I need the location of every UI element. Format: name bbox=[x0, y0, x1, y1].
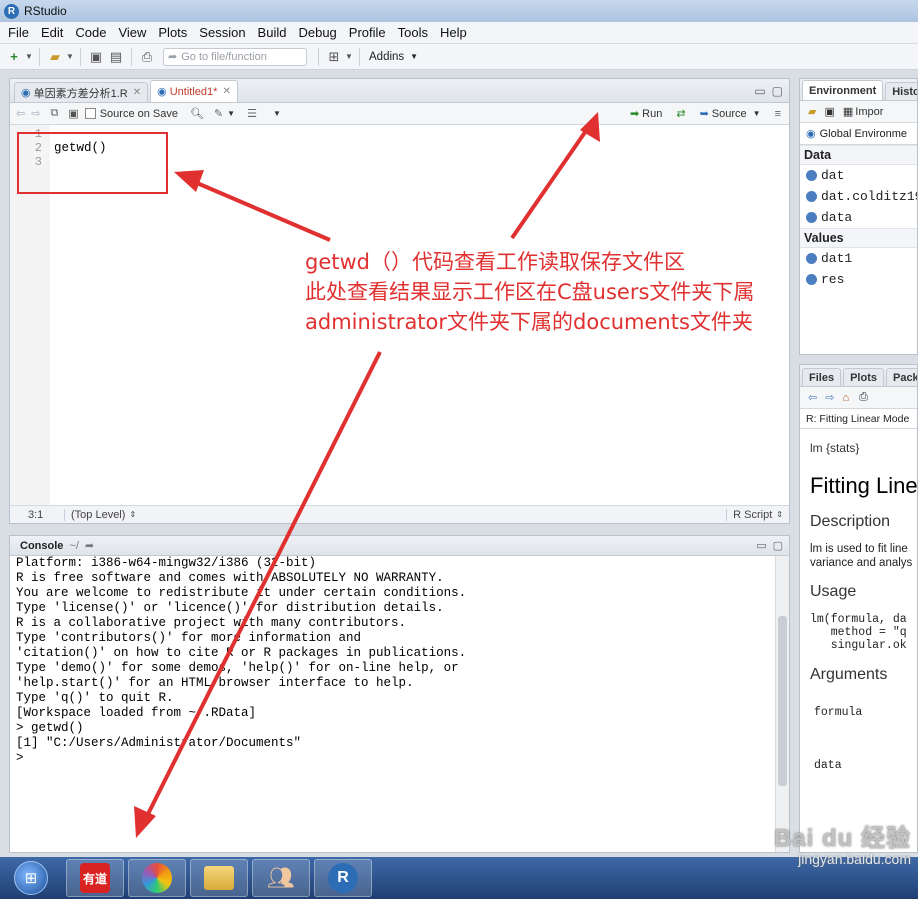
arrow-to-code bbox=[174, 170, 331, 242]
pinwheel-icon bbox=[142, 863, 172, 893]
r-logo-icon: R bbox=[328, 863, 358, 893]
watermark-url: jingyan.baidu.com bbox=[798, 851, 911, 867]
taskbar-youdao[interactable]: 有道 bbox=[66, 859, 124, 897]
annotation-line: getwd（）代码查看工作读取保存文件区 bbox=[305, 250, 685, 274]
youdao-icon: 有道 bbox=[80, 863, 110, 893]
annotation-line: 此处查看结果显示工作区在C盘users文件夹下属 bbox=[305, 280, 755, 304]
taskbar-explorer[interactable] bbox=[190, 859, 248, 897]
watermark-brand: Bai du 经验 bbox=[773, 825, 911, 852]
folder-icon bbox=[204, 866, 234, 890]
arrow-to-run bbox=[510, 112, 600, 240]
annotation-text: getwd（）代码查看工作读取保存文件区 此处查看结果显示工作区在C盘users… bbox=[305, 247, 754, 337]
taskbar-users[interactable]: 👥︎ bbox=[252, 859, 310, 897]
baidu-watermark: Bai du 经验 jingyan.baidu.com bbox=[706, 818, 911, 867]
taskbar-photos[interactable] bbox=[128, 859, 186, 897]
annotation-line: administrator文件夹下属的documents文件夹 bbox=[305, 310, 753, 334]
users-icon: 👥︎ bbox=[267, 865, 295, 890]
arrow-to-console bbox=[134, 351, 382, 838]
start-button[interactable]: ⊞ bbox=[6, 859, 56, 897]
annotation-arrows bbox=[134, 112, 600, 838]
taskbar-rstudio[interactable]: R bbox=[314, 859, 372, 897]
windows-logo-icon: ⊞ bbox=[14, 861, 48, 895]
